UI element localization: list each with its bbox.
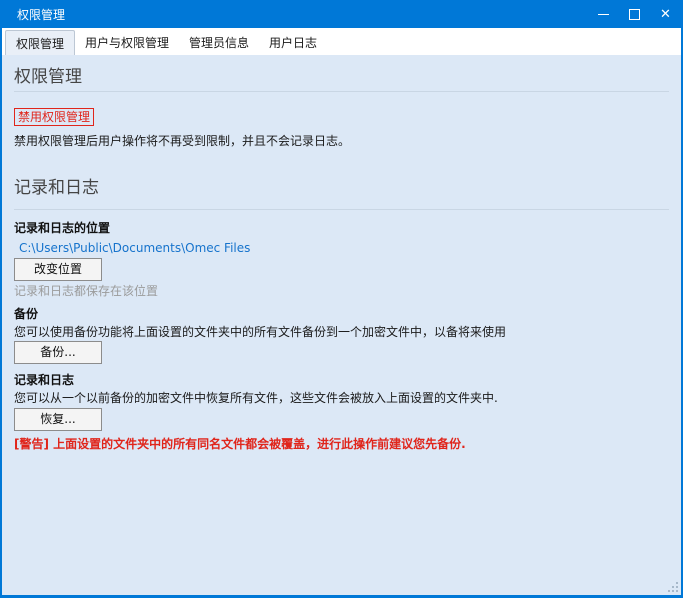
- backup-label: 备份: [14, 306, 669, 322]
- maximize-icon: [629, 9, 640, 20]
- section-title-records: 记录和日志: [14, 178, 669, 198]
- restore-button[interactable]: 恢复...: [14, 408, 102, 431]
- restore-label: 记录和日志: [14, 372, 669, 388]
- section-title-permission: 权限管理: [14, 67, 669, 87]
- minimize-button[interactable]: [588, 0, 619, 28]
- backup-description: 您可以使用备份功能将上面设置的文件夹中的所有文件备份到一个加密文件中，以备将来使…: [14, 324, 669, 340]
- caption-buttons: ✕: [588, 0, 681, 28]
- minimize-icon: [598, 14, 609, 15]
- restore-description: 您可以从一个以前备份的加密文件中恢复所有文件，这些文件会被放入上面设置的文件夹中…: [14, 390, 669, 406]
- tab-user-log[interactable]: 用户日志: [259, 28, 327, 55]
- change-location-button[interactable]: 改变位置: [14, 258, 102, 281]
- titlebar[interactable]: 权限管理 ✕: [2, 0, 681, 28]
- tab-strip: 权限管理 用户与权限管理 管理员信息 用户日志: [2, 28, 681, 55]
- window-title: 权限管理: [2, 6, 65, 23]
- restore-warning: [警告] 上面设置的文件夹中的所有同名文件都会被覆盖，进行此操作前建议您先备份.: [14, 436, 669, 452]
- tab-user-and-permission[interactable]: 用户与权限管理: [75, 28, 179, 55]
- location-note: 记录和日志都保存在该位置: [14, 283, 669, 299]
- resize-grip[interactable]: [667, 581, 679, 593]
- close-icon: ✕: [660, 8, 671, 21]
- disable-permission-link[interactable]: 禁用权限管理: [14, 108, 94, 126]
- close-button[interactable]: ✕: [650, 0, 681, 28]
- disable-permission-description: 禁用权限管理后用户操作将不再受到限制，并且不会记录日志。: [14, 133, 669, 149]
- tab-admin-info[interactable]: 管理员信息: [179, 28, 259, 55]
- records-location-path: C:\Users\Public\Documents\Omec Files: [19, 240, 669, 256]
- tab-permission-management[interactable]: 权限管理: [5, 30, 75, 55]
- section-divider: [14, 209, 669, 210]
- maximize-button[interactable]: [619, 0, 650, 28]
- location-label: 记录和日志的位置: [14, 220, 669, 236]
- section-divider: [14, 91, 669, 92]
- permission-manager-window: 权限管理 ✕ 权限管理 用户与权限管理 管理员信息 用户日志 权限管理 禁用权限…: [0, 0, 683, 598]
- backup-button[interactable]: 备份...: [14, 341, 102, 364]
- tab-content: 权限管理 禁用权限管理 禁用权限管理后用户操作将不再受到限制，并且不会记录日志。…: [2, 55, 681, 595]
- resize-grip-dots: [676, 590, 678, 592]
